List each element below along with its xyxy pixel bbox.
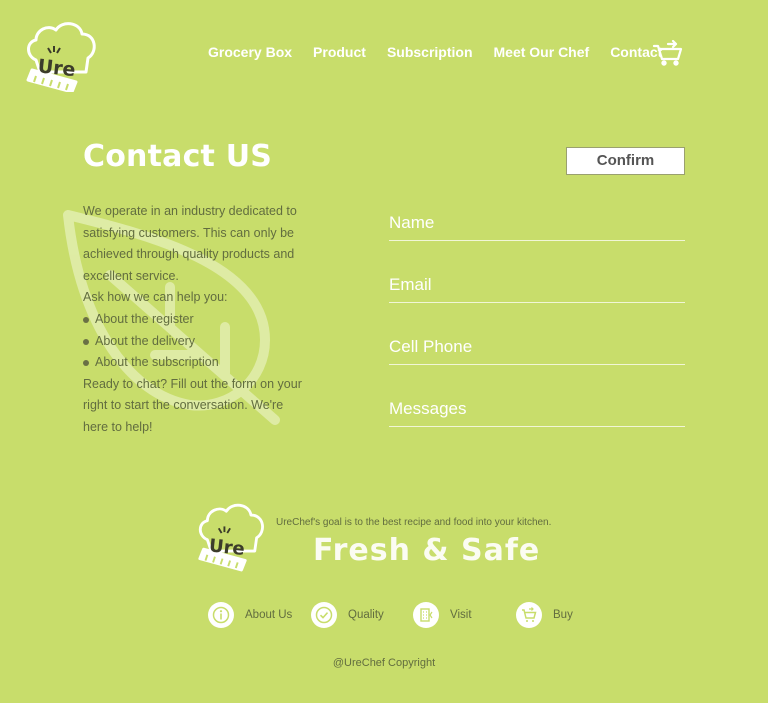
nav-subscription[interactable]: Subscription xyxy=(387,44,473,60)
topic-list: About the register About the delivery Ab… xyxy=(83,309,308,374)
phone-placeholder: Cell Phone xyxy=(389,337,473,356)
check-badge-icon xyxy=(311,602,337,628)
messages-placeholder: Messages xyxy=(389,399,467,418)
footer-link-visit[interactable]: Visit xyxy=(413,602,472,628)
footer-logo: Ure xyxy=(198,503,264,572)
footer-link-label: About Us xyxy=(245,609,293,621)
contact-form: Name Email Cell Phone Messages xyxy=(389,207,685,455)
logo-text: Ure xyxy=(37,55,77,81)
footer-link-label: Quality xyxy=(348,609,384,621)
footer-link-label: Visit xyxy=(450,609,472,621)
topic-item: About the register xyxy=(83,309,308,331)
footer-link-buy[interactable]: Buy xyxy=(516,602,573,628)
topic-item: About the subscription xyxy=(83,352,308,374)
info-icon xyxy=(208,602,234,628)
email-placeholder: Email xyxy=(389,275,432,294)
outro-text: Ready to chat? Fill out the form on your… xyxy=(83,376,302,434)
copyright: @UreChef Copyright xyxy=(332,657,436,669)
main-nav: Grocery Box Product Subscription Meet Ou… xyxy=(208,44,683,60)
field-underline xyxy=(389,426,685,427)
footer-link-about[interactable]: About Us xyxy=(208,602,292,628)
email-field[interactable]: Email xyxy=(389,269,685,331)
cart-icon xyxy=(516,602,542,628)
field-underline xyxy=(389,364,685,365)
contact-intro: We operate in an industry dedicated to s… xyxy=(83,201,308,439)
footer-slogan: Fresh & Safe xyxy=(313,533,541,568)
field-underline xyxy=(389,302,685,303)
nav-meet-our-chef[interactable]: Meet Our Chef xyxy=(494,44,590,60)
name-field[interactable]: Name xyxy=(389,207,685,269)
page-title: Contact US xyxy=(83,139,273,174)
cart-icon[interactable] xyxy=(652,40,684,66)
phone-field[interactable]: Cell Phone xyxy=(389,331,685,393)
field-underline xyxy=(389,240,685,241)
footer-link-quality[interactable]: Quality xyxy=(311,602,384,628)
nav-grocery-box[interactable]: Grocery Box xyxy=(208,44,292,60)
messages-field[interactable]: Messages xyxy=(389,393,685,455)
name-placeholder: Name xyxy=(389,213,435,232)
footer-link-label: Buy xyxy=(553,609,573,621)
ask-text: Ask how we can help you: xyxy=(83,290,228,305)
intro-text: We operate in an industry dedicated to s… xyxy=(83,204,297,283)
urechef-logo[interactable]: Ure xyxy=(24,16,100,92)
footer-goal: UreChef's goal is to the best recipe and… xyxy=(276,517,552,528)
footer-logo-text: Ure xyxy=(208,535,246,560)
confirm-button[interactable]: Confirm xyxy=(566,147,685,175)
building-icon xyxy=(413,602,439,628)
topic-item: About the delivery xyxy=(83,331,308,353)
nav-product[interactable]: Product xyxy=(313,44,366,60)
